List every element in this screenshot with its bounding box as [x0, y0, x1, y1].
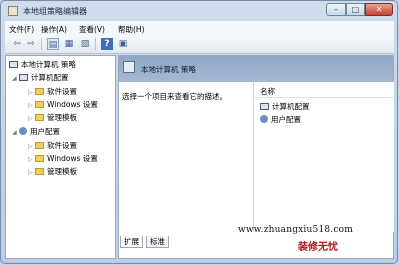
tree-item[interactable]: ▷ Windows 设置: [28, 99, 98, 110]
back-icon[interactable]: ⇦: [11, 38, 23, 50]
watermark-brand: 装修无忧: [298, 242, 338, 253]
user-icon: [260, 115, 268, 123]
forward-icon[interactable]: ⇨: [25, 38, 37, 50]
tree-user-config[interactable]: ◢ 用户配置: [12, 126, 60, 137]
expanded-triangle-icon[interactable]: ◢: [12, 127, 19, 138]
user-icon: [19, 127, 27, 135]
title-bar: 本地组策略编辑器 – □ ✕: [1, 1, 397, 21]
maximize-button[interactable]: □: [346, 3, 365, 16]
tree-root[interactable]: 本地计算机 策略: [9, 59, 76, 70]
tree-item[interactable]: ▷ 软件设置: [28, 86, 77, 97]
menu-help[interactable]: 帮助(H): [118, 24, 145, 35]
toolbar-separator: [41, 38, 42, 50]
export-icon[interactable]: ▧: [79, 38, 91, 50]
collapsed-triangle-icon[interactable]: ▷: [28, 100, 35, 111]
tree-item[interactable]: ▷ 软件设置: [28, 140, 77, 151]
view-icon[interactable]: ▦: [63, 38, 75, 50]
close-button[interactable]: ✕: [365, 3, 393, 16]
folder-icon: [35, 114, 44, 121]
collapsed-triangle-icon[interactable]: ▷: [28, 154, 35, 165]
navigation-tree: 本地计算机 策略 ◢ 计算机配置 ▷ 软件设置 ▷ Windows 设置 ▷ 管理模板 …: [5, 55, 116, 259]
tree-item[interactable]: ▷ Windows 设置: [28, 153, 98, 164]
detail-title: 本地计算机 策略: [141, 65, 196, 74]
list-item[interactable]: 用户配置: [260, 115, 301, 125]
app-icon: [8, 6, 18, 16]
tree-item[interactable]: ▷ 管理模板: [28, 166, 77, 177]
expanded-triangle-icon[interactable]: ◢: [12, 73, 19, 84]
menu-file[interactable]: 文件(F): [9, 24, 34, 35]
minimize-button[interactable]: –: [326, 3, 346, 16]
menu-view[interactable]: 查看(V): [79, 24, 105, 35]
watermark-url: www.zhuangxiu518.com: [238, 225, 353, 235]
help-icon[interactable]: ?: [101, 38, 113, 50]
tree-item[interactable]: ▷ 管理模板: [28, 112, 77, 123]
computer-icon: [260, 103, 269, 110]
show-hide-tree-icon[interactable]: ▤: [47, 38, 59, 50]
folder-icon: [35, 88, 44, 95]
watermark: www.zhuangxiu518.com 装修无忧: [238, 225, 398, 253]
properties-icon[interactable]: ▣: [117, 38, 129, 50]
folder-icon: [35, 168, 44, 175]
menu-action[interactable]: 操作(A): [41, 24, 67, 35]
folder-icon: [35, 142, 44, 149]
collapsed-triangle-icon[interactable]: ▷: [28, 167, 35, 178]
collapsed-triangle-icon[interactable]: ▷: [28, 87, 35, 98]
tab-standard[interactable]: 标准: [146, 236, 169, 248]
folder-icon: [35, 101, 44, 108]
computer-icon: [19, 74, 28, 81]
description-text: 选择一个项目来查看它的描述。: [122, 92, 227, 101]
policy-icon: [123, 61, 135, 73]
collapsed-triangle-icon[interactable]: ▷: [28, 141, 35, 152]
folder-icon: [35, 155, 44, 162]
toolbar: ⇦ ⇨ ▤ ▦ ▧ ? ▣: [5, 35, 394, 54]
collapsed-triangle-icon[interactable]: ▷: [28, 113, 35, 124]
tab-extended[interactable]: 扩展: [120, 236, 143, 248]
tree-computer-config[interactable]: ◢ 计算机配置: [12, 72, 69, 83]
toolbar-separator: [95, 38, 96, 50]
column-header-name[interactable]: 名称: [254, 85, 394, 98]
policy-icon: [9, 61, 18, 68]
window-title: 本地组策略编辑器: [23, 7, 87, 16]
detail-header: 本地计算机 策略: [119, 56, 393, 82]
list-item[interactable]: 计算机配置: [260, 102, 310, 112]
menu-bar: 文件(F) 操作(A) 查看(V) 帮助(H): [5, 21, 394, 35]
item-list: 名称 计算机配置 用户配置: [253, 82, 394, 232]
app-window: 本地组策略编辑器 – □ ✕ 文件(F) 操作(A) 查看(V) 帮助(H) ⇦…: [0, 0, 398, 264]
